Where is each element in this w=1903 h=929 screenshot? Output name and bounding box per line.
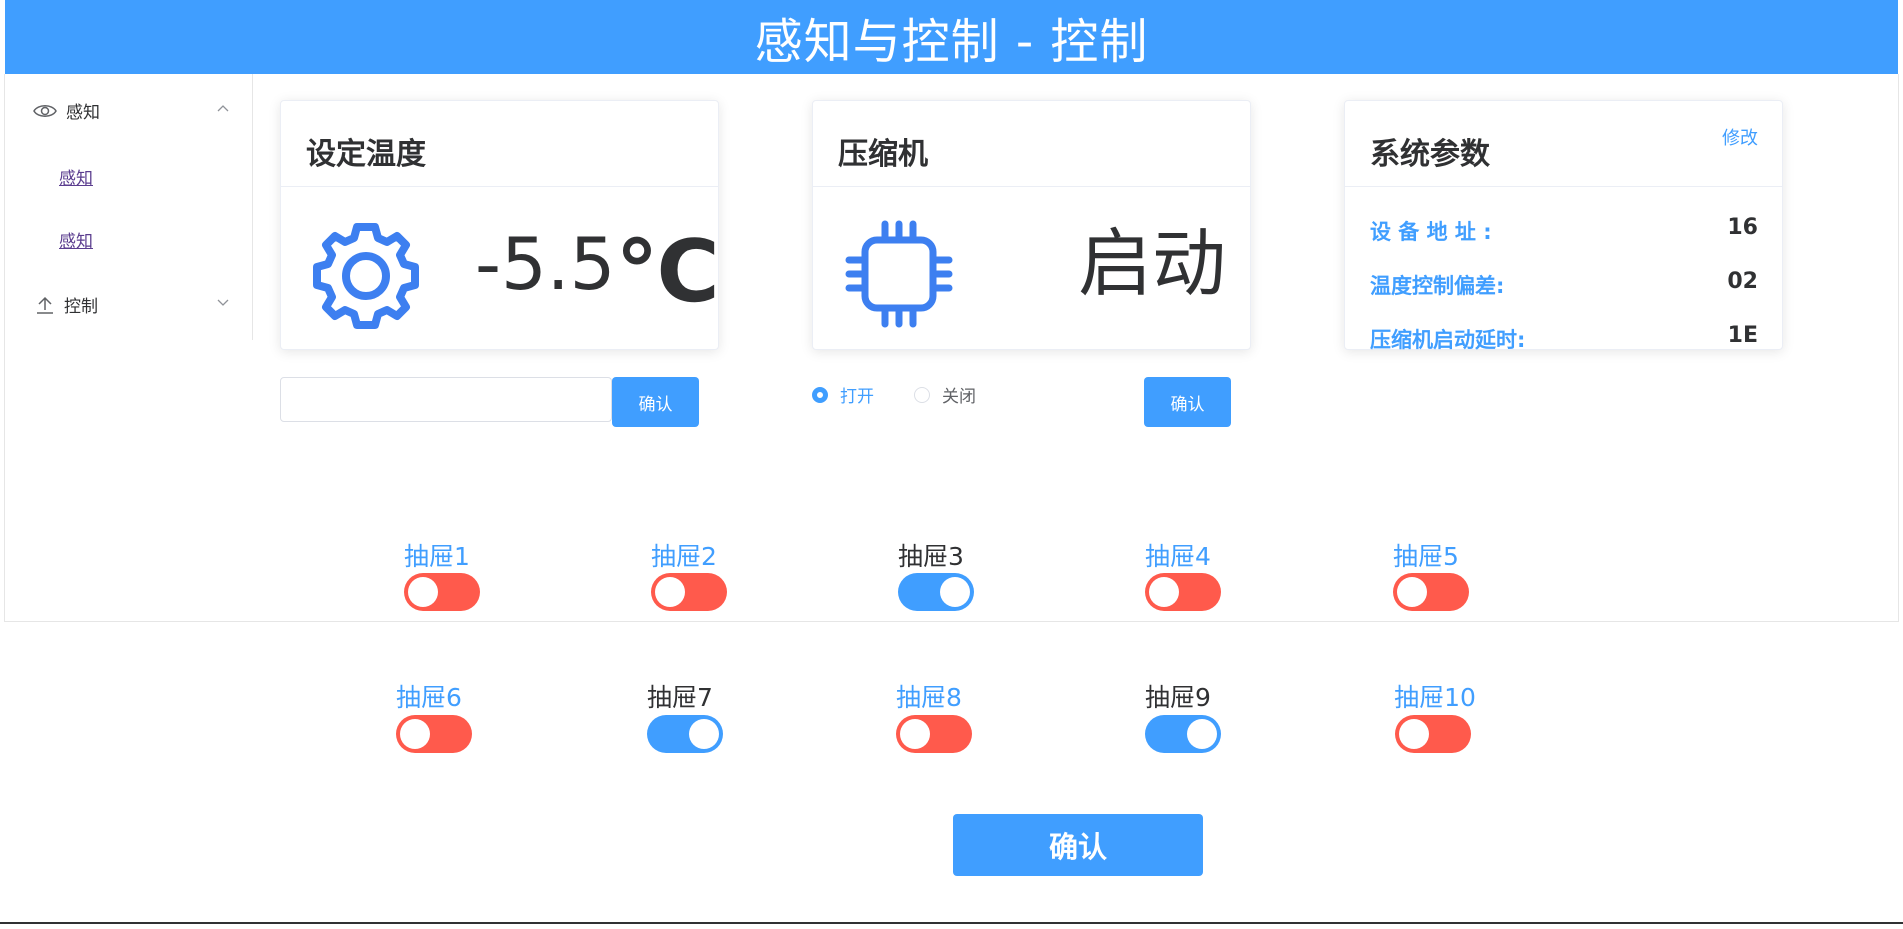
radio-checked-indicator	[812, 386, 828, 403]
compressor-confirm-button[interactable]: 确认	[1144, 377, 1231, 427]
drawer-switch-6[interactable]	[396, 715, 472, 753]
card-title: 系统参数	[1370, 137, 1490, 172]
temperature-confirm-button[interactable]: 确认	[612, 377, 699, 427]
drawer-switch-2[interactable]	[651, 573, 727, 611]
drawer-switch-10[interactable]	[1395, 715, 1471, 753]
param-label-temp-deviation: 温度控制偏差:	[1370, 274, 1505, 298]
drawer-switch-4[interactable]	[1145, 573, 1221, 611]
gear-icon	[313, 223, 419, 329]
switch-knob	[1149, 577, 1179, 607]
switch-knob	[900, 719, 930, 749]
param-label-compressor-delay: 压缩机启动延时:	[1370, 328, 1526, 352]
switch-knob	[1399, 719, 1429, 749]
temperature-card: 设定温度 -5.5 ℃	[280, 100, 720, 350]
drawer-label-4: 抽屉4	[1145, 542, 1211, 571]
temperature-unit: ℃	[615, 222, 720, 322]
param-label-device-address: 设 备 地 址 :	[1370, 220, 1492, 244]
sidebar-item-perception-1[interactable]: 感知	[59, 164, 93, 189]
param-value-compressor-delay: 1E	[1727, 323, 1758, 348]
drawer-label-5: 抽屉5	[1393, 542, 1459, 571]
card-title: 压缩机	[838, 137, 928, 172]
card-title: 设定温度	[306, 137, 426, 172]
param-value-device-address: 16	[1727, 215, 1758, 240]
drawer-label-10: 抽屉10	[1394, 683, 1476, 712]
param-value-temp-deviation: 02	[1727, 269, 1758, 294]
page-title: 感知与控制 - 控制	[754, 14, 1149, 70]
drawer-switch-5[interactable]	[1393, 573, 1469, 611]
radio-open[interactable]: 打开	[812, 382, 874, 407]
card-header: 系统参数	[1345, 101, 1782, 187]
drawer-label-1: 抽屉1	[404, 542, 470, 571]
drawer-switch-9[interactable]	[1145, 715, 1221, 753]
switch-knob	[1187, 719, 1217, 749]
drawer-label-8: 抽屉8	[896, 683, 962, 712]
sidebar-item-perception-2[interactable]: 感知	[59, 227, 93, 252]
menu-group-control[interactable]: 控制	[35, 292, 98, 317]
switch-knob	[400, 719, 430, 749]
system-params-card: 系统参数 修改 设 备 地 址 : 16 温度控制偏差: 02 压缩机启动延时:…	[1344, 100, 1783, 352]
card-header: 设定温度	[281, 101, 718, 187]
drawer-label-2: 抽屉2	[651, 542, 717, 571]
temperature-value: -5.5	[475, 222, 616, 306]
chevron-down-icon[interactable]	[217, 299, 229, 307]
page-header: 感知与控制 - 控制	[5, 0, 1898, 74]
chip-icon	[845, 220, 953, 328]
switch-knob	[408, 577, 438, 607]
upload-icon	[37, 296, 53, 314]
bottom-divider	[0, 922, 1903, 924]
radio-close[interactable]: 关闭	[914, 382, 976, 407]
switch-knob	[655, 577, 685, 607]
eye-icon	[33, 104, 57, 117]
card-header: 压缩机	[813, 101, 1250, 187]
switch-knob	[1397, 577, 1427, 607]
sidebar: 感知 感知 感知 控制	[5, 74, 253, 340]
confirm-all-button[interactable]: 确认	[953, 814, 1203, 876]
drawer-switch-8[interactable]	[896, 715, 972, 753]
menu-group-perception[interactable]: 感知	[33, 98, 100, 123]
compressor-status: 启动	[1078, 221, 1226, 307]
compressor-card: 压缩机 启动	[812, 100, 1251, 350]
radio-label: 打开	[840, 387, 874, 407]
drawer-label-6: 抽屉6	[396, 683, 462, 712]
switch-knob	[940, 577, 970, 607]
temperature-input[interactable]	[280, 377, 612, 422]
chevron-up-icon[interactable]	[217, 104, 229, 112]
drawer-switch-3[interactable]	[898, 573, 974, 611]
drawer-label-9: 抽屉9	[1145, 683, 1211, 712]
drawer-label-3: 抽屉3	[898, 542, 964, 571]
drawer-switch-7[interactable]	[647, 715, 723, 753]
menu-group-label: 控制	[64, 297, 98, 317]
radio-unchecked-indicator	[914, 386, 930, 403]
temperature-display: -5.5 ℃	[475, 219, 720, 325]
edit-link[interactable]: 修改	[1722, 124, 1758, 150]
switch-knob	[689, 719, 719, 749]
menu-group-label: 感知	[66, 103, 100, 123]
drawer-label-7: 抽屉7	[647, 683, 713, 712]
radio-label: 关闭	[942, 387, 976, 407]
drawer-switch-1[interactable]	[404, 573, 480, 611]
